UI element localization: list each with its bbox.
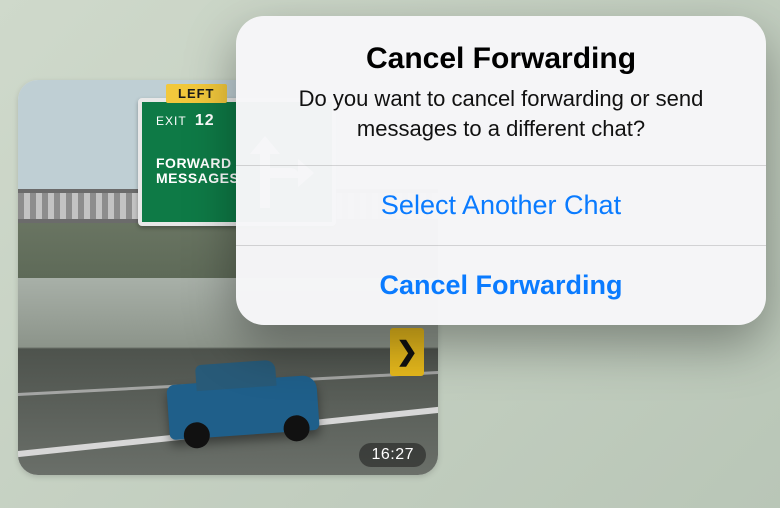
sign-left-tag: LEFT — [166, 84, 227, 103]
alert-dialog: Cancel Forwarding Do you want to cancel … — [236, 16, 766, 325]
alert-header: Cancel Forwarding Do you want to cancel … — [236, 16, 766, 165]
sign-text: FORWARD MESSAGES — [156, 156, 239, 187]
message-timestamp: 16:27 — [359, 443, 426, 467]
chevron-sign-icon — [390, 328, 424, 376]
sign-exit-number: 12 — [195, 112, 215, 129]
sign-text-line2: MESSAGES — [156, 170, 239, 186]
alert-body: Do you want to cancel forwarding or send… — [266, 84, 736, 143]
alert-title: Cancel Forwarding — [266, 42, 736, 76]
sign-text-line1: FORWARD — [156, 155, 232, 171]
sign-exit-label: EXIT — [156, 114, 186, 128]
select-another-chat-button[interactable]: Select Another Chat — [236, 166, 766, 245]
chat-background: LEFT EXIT 12 FORWARD MESSAGES — [0, 0, 780, 508]
car-graphic — [166, 375, 319, 440]
sign-exit: EXIT 12 — [156, 112, 215, 130]
cancel-forwarding-button[interactable]: Cancel Forwarding — [236, 246, 766, 325]
